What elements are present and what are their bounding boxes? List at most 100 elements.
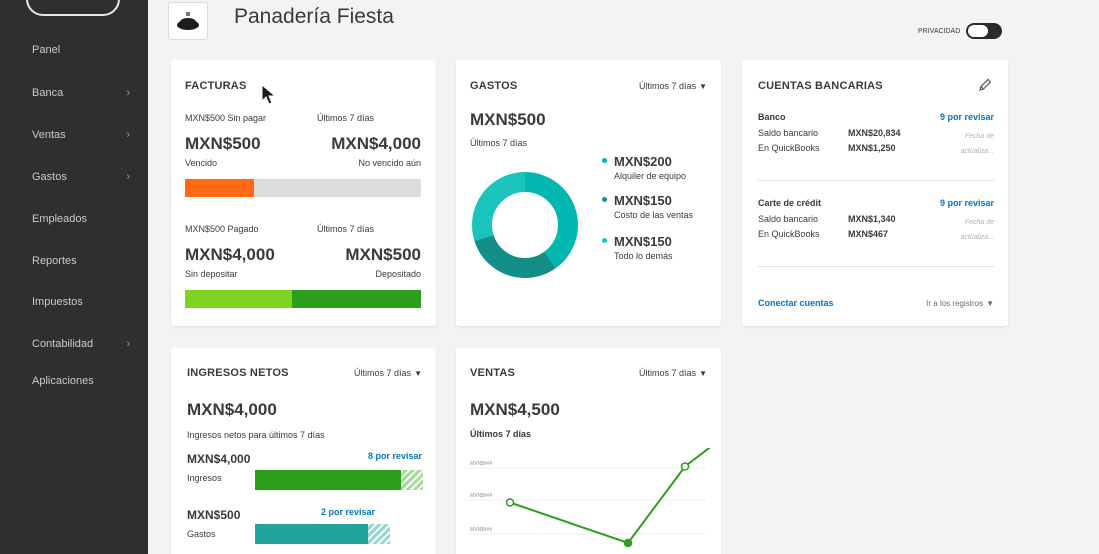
bank-balance: MXN$20,834: [848, 128, 901, 138]
unpaid-period: Últimos 7 días: [317, 113, 375, 123]
chevron-right-icon: ›: [126, 87, 130, 99]
bank-balance-label: Saldo bancario: [758, 214, 819, 224]
account-name[interactable]: Carte de crédit: [758, 198, 821, 208]
sidebar-item[interactable]: Contabilidad ›: [32, 338, 142, 350]
overdue-amount[interactable]: MXN$500: [185, 134, 261, 154]
sidebar-item[interactable]: Ventas ›: [32, 129, 142, 141]
registers-link[interactable]: Ir a los registros ▼: [926, 299, 994, 308]
sidebar-item[interactable]: Gastos ›: [32, 171, 142, 183]
sidebar-item[interactable]: Empleados: [32, 213, 142, 225]
legend-amount[interactable]: MXN$150: [614, 234, 672, 249]
sidebar-item-label: Gastos: [32, 171, 67, 183]
qb-balance-label: En QuickBooks: [758, 229, 820, 239]
not-deposited-bar[interactable]: [185, 290, 292, 308]
bank-balance: MXN$1,340: [848, 214, 896, 224]
sidebar-item[interactable]: Panel: [32, 44, 142, 56]
pencil-icon[interactable]: [978, 78, 992, 92]
expense-review-link[interactable]: 2 por revisar: [321, 507, 375, 517]
sales-data-point[interactable]: [505, 498, 515, 507]
not-due-amount[interactable]: MXN$4,000: [331, 134, 421, 154]
income-review-link[interactable]: 8 por revisar: [368, 451, 422, 461]
gastos-total-period: Últimos 7 días: [470, 138, 528, 148]
gastos-period-label: Últimos 7 días: [639, 81, 697, 91]
legend-amount[interactable]: MXN$150: [614, 193, 672, 208]
legend-label: Costo de las ventas: [614, 210, 694, 220]
legend-dot: [602, 238, 607, 243]
facturas-card: FACTURAS MXN$500 Sin pagar Últimos 7 día…: [171, 60, 436, 326]
updated-label: Fecha de actualiza...: [960, 219, 994, 241]
y-tick-label: MXN$###: [470, 461, 492, 467]
sidebar-item[interactable]: Banca ›: [32, 87, 142, 99]
connect-accounts-link[interactable]: Conectar cuentas: [758, 298, 834, 308]
sidebar-item-label: Ventas: [32, 129, 66, 141]
gastos-card: GASTOS Últimos 7 días ▼ MXN$500 Últimos 7…: [456, 60, 721, 326]
bread-icon: [177, 12, 199, 30]
y-tick-label: MXN$###: [470, 493, 492, 499]
new-button[interactable]: [26, 0, 120, 16]
sidebar-item-label: Contabilidad: [32, 338, 94, 350]
income-pending-bar[interactable]: [401, 470, 423, 490]
bank-balance-label: Saldo bancario: [758, 128, 819, 138]
sales-data-point[interactable]: [623, 538, 633, 548]
chevron-down-icon: ▼: [414, 369, 422, 378]
gastos-total[interactable]: MXN$500: [470, 110, 546, 130]
sidebar-item[interactable]: Impuestos: [32, 296, 142, 308]
account-review-link[interactable]: 9 por revisar: [940, 112, 994, 122]
expense-bar[interactable]: [255, 524, 390, 544]
sidebar-item[interactable]: Reportes: [32, 255, 142, 267]
divider: [758, 266, 994, 267]
deposited-bar[interactable]: [292, 290, 421, 308]
ingresos-card: INGRESOS NETOS Últimos 7 días ▼ MXN$4,000…: [171, 348, 436, 554]
legend-label: Todo lo demás: [614, 251, 673, 261]
y-tick-label: MXN$###: [470, 527, 492, 533]
sidebar-item-label: Panel: [32, 44, 61, 56]
gastos-donut-chart[interactable]: [470, 170, 580, 280]
deposited-amount[interactable]: MXN$500: [345, 245, 421, 265]
overdue-label: Vencido: [185, 158, 218, 168]
sidebar-item-label: Impuestos: [32, 296, 83, 308]
privacy-control[interactable]: PRIVACIDAD: [918, 23, 1003, 39]
gastos-period-dropdown[interactable]: Últimos 7 días ▼: [639, 81, 707, 91]
sidebar-item-label: Empleados: [32, 213, 88, 225]
overdue-bar[interactable]: [185, 179, 254, 197]
ingresos-period-label: Últimos 7 días: [354, 368, 412, 378]
unpaid-label: MXN$500 Sin pagar: [185, 113, 267, 123]
income-amount[interactable]: MXN$4,000: [187, 452, 250, 466]
sidebar-item-label: Reportes: [32, 255, 77, 267]
expense-amount[interactable]: MXN$500: [187, 508, 240, 522]
mouse-cursor-icon: [261, 84, 277, 105]
ventas-total[interactable]: MXN$4,500: [470, 400, 560, 420]
ventas-line-chart[interactable]: MXN$### MXN$### MXN$###: [456, 448, 721, 554]
qb-balance: MXN$1,250: [848, 143, 896, 153]
sidebar-item-label: Banca: [32, 87, 64, 99]
chevron-right-icon: ›: [126, 129, 130, 141]
income-bar[interactable]: [255, 470, 423, 490]
chevron-right-icon: ›: [126, 171, 130, 183]
chevron-down-icon: ▼: [699, 369, 707, 378]
sales-data-point[interactable]: [680, 462, 690, 471]
deposited-label: Depositado: [375, 269, 421, 279]
not-deposited-amount[interactable]: MXN$4,000: [185, 245, 275, 265]
privacy-toggle[interactable]: [966, 23, 1003, 39]
sales-series-line[interactable]: [509, 448, 721, 545]
gastos-title: GASTOS: [470, 80, 518, 92]
ventas-card: VENTAS Últimos 7 días ▼ MXN$4,500 Últimos…: [456, 348, 721, 554]
ingresos-period-dropdown[interactable]: Últimos 7 días ▼: [354, 368, 422, 378]
cuentas-card: CUENTAS BANCARIAS Banco 9 por revisar Sald…: [742, 60, 1008, 326]
qb-balance-label: En QuickBooks: [758, 143, 820, 153]
account-name[interactable]: Banco: [758, 112, 786, 122]
ventas-period-dropdown[interactable]: Últimos 7 días ▼: [639, 368, 707, 378]
expense-pending-bar[interactable]: [368, 524, 390, 544]
sidebar-item[interactable]: Aplicaciones: [32, 375, 142, 387]
facturas-title: FACTURAS: [185, 80, 247, 92]
legend-label: Alquiler de equipo: [614, 171, 687, 181]
divider: [758, 180, 994, 181]
account-review-link[interactable]: 9 por revisar: [940, 198, 994, 208]
ingresos-total[interactable]: MXN$4,000: [187, 400, 277, 420]
sidebar-item-label: Aplicaciones: [32, 375, 94, 387]
legend-amount[interactable]: MXN$200: [614, 154, 672, 169]
dashboard: Panadería Fiesta PRIVACIDAD FACTURAS MXN…: [148, 0, 1099, 554]
ingresos-title: INGRESOS NETOS: [187, 367, 289, 379]
chevron-down-icon: ▼: [986, 299, 994, 308]
chevron-right-icon: ›: [126, 338, 130, 350]
